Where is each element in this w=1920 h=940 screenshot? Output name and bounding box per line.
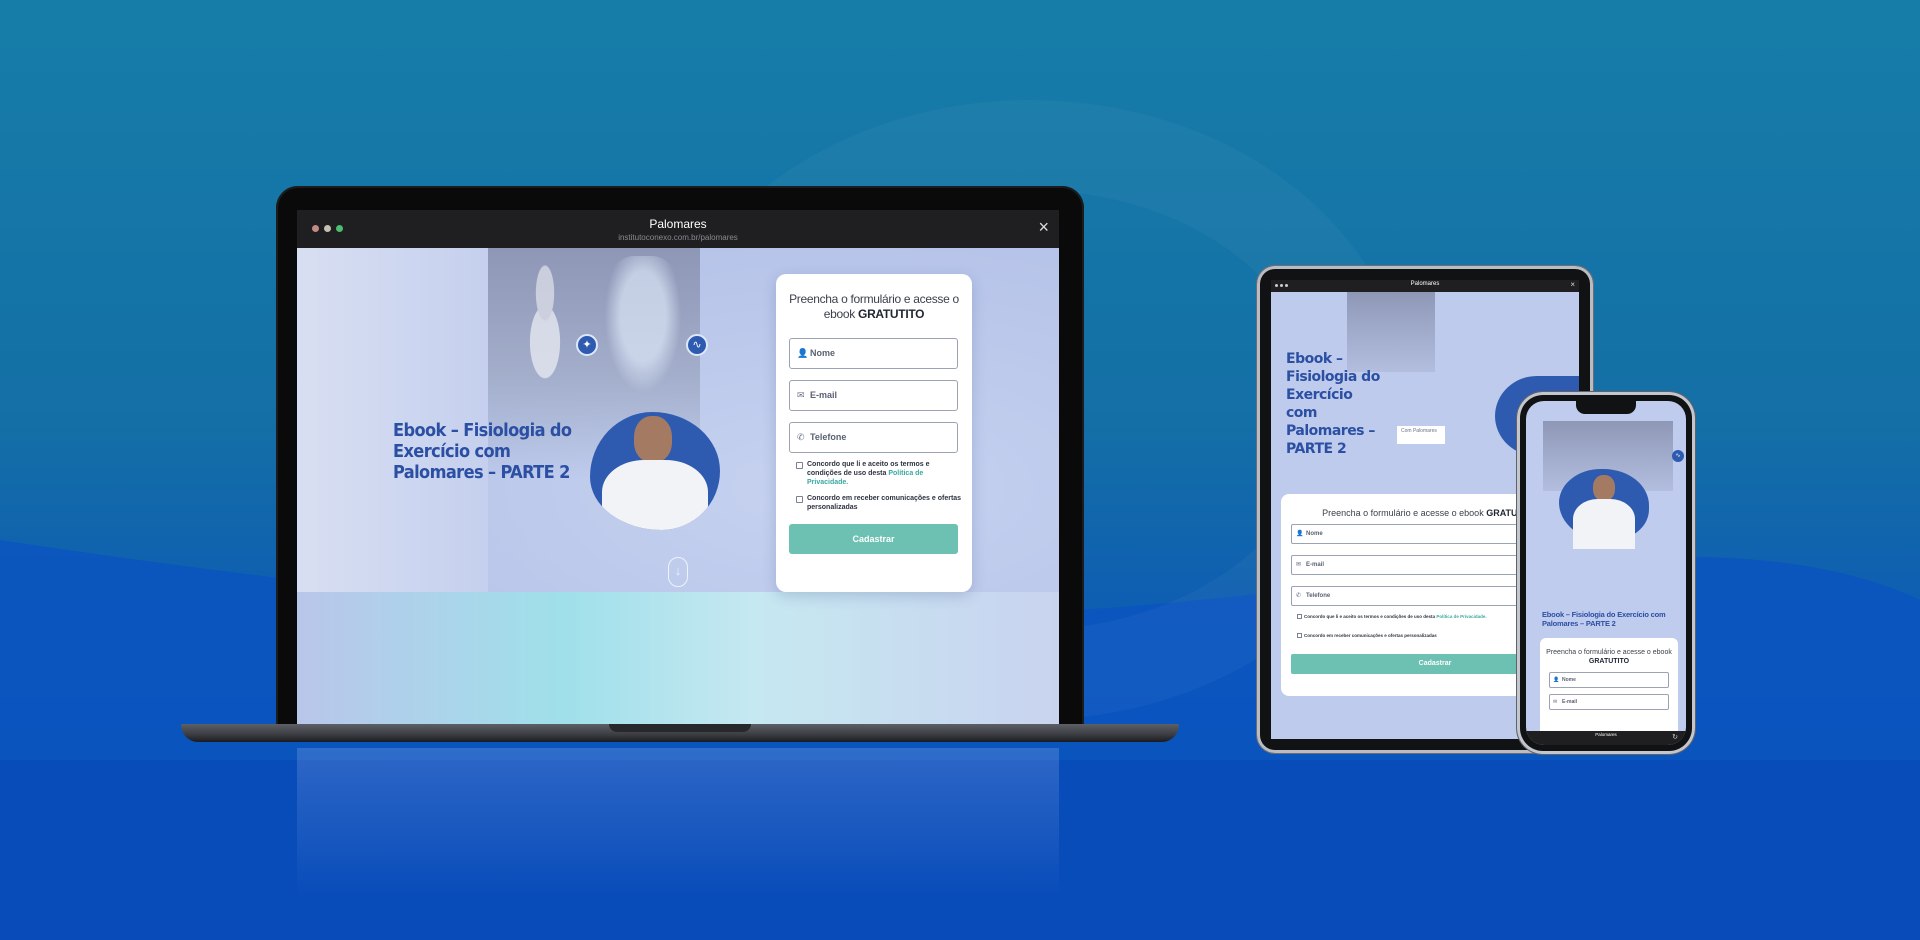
tablet-tooltip: Com Palomares (1397, 426, 1445, 444)
author-head (634, 416, 672, 462)
laptop-reflection (297, 748, 1059, 898)
email-placeholder: E-mail (810, 390, 838, 400)
tablet-titlebar: Palomares × (1271, 280, 1579, 292)
consent-marketing: Concordo em receber comunicações e ofert… (796, 494, 962, 512)
person-icon: 👤 (1296, 531, 1304, 537)
tablet-form-title-text: Preencha o formulário e acesse o ebook (1322, 508, 1484, 518)
phone-email-field[interactable]: ✉ E-mail (1549, 694, 1669, 710)
athlete-image (510, 258, 580, 398)
phone-form-title-bold: GRATUTITO (1588, 658, 1630, 665)
phone-author-portrait (1559, 469, 1649, 549)
phone-field[interactable]: ✆ Telefone (789, 422, 958, 453)
phone-form-title: Preencha o formulário e acesse o ebook G… (1540, 648, 1678, 666)
author-shirt (602, 460, 708, 530)
form-title: Preencha o formulário e acesse o ebook G… (786, 292, 962, 322)
phone-notch (1576, 401, 1636, 414)
tablet-window-title: Palomares (1410, 281, 1440, 287)
submit-button[interactable]: Cadastrar (789, 524, 958, 554)
envelope-icon: ✉ (797, 390, 805, 400)
heartbeat-badge-icon: ∿ (686, 334, 708, 356)
window-titlebar: Palomares institutoconexo.com.br/palomar… (297, 210, 1059, 248)
heartbeat-badge-icon: ∿ (1672, 450, 1684, 462)
phone-placeholder: Telefone (810, 432, 847, 442)
laptop-hinge-notch (609, 724, 751, 732)
marketing-text: Concordo em receber comunicações e ofert… (807, 495, 962, 511)
tablet-terms-checkbox[interactable] (1297, 614, 1302, 619)
scroll-down-icon[interactable]: ↓ (668, 557, 688, 587)
tablet-close-icon[interactable]: × (1570, 280, 1575, 289)
phone-browser-bar: Palomares ↻ (1526, 731, 1686, 745)
tablet-phone-placeholder: Telefone (1306, 593, 1331, 599)
laptop-mockup: Palomares institutoconexo.com.br/palomar… (181, 186, 1179, 898)
signup-form: Preencha o formulário e acesse o ebook G… (776, 274, 972, 592)
bottom-strip (297, 592, 1059, 727)
phone-screen: ∿ Ebook – Fisiologia do Exercício com Pa… (1526, 401, 1686, 745)
tablet-terms-text: Concordo que li e aceito os termos e con… (1304, 614, 1436, 619)
phone-ebook-title: Ebook – Fisiologia do Exercício com Palo… (1542, 610, 1666, 628)
phone-signup-form: Preencha o formulário e acesse o ebook G… (1540, 638, 1678, 738)
marketing-checkbox[interactable] (796, 496, 803, 503)
tablet-marketing-text: Concordo em receber comunicações e ofert… (1304, 633, 1437, 638)
tablet-ebook-title: Ebook – Fisiologia do Exercício com Palo… (1286, 351, 1380, 457)
phone-mockup: ∿ Ebook – Fisiologia do Exercício com Pa… (1517, 392, 1695, 754)
tablet-email-placeholder: E-mail (1306, 562, 1325, 568)
laptop-screen: Palomares institutoconexo.com.br/palomar… (297, 210, 1059, 727)
tablet-marketing-checkbox[interactable] (1297, 633, 1302, 638)
consent-terms: Concordo que li e aceito os termos e con… (796, 460, 962, 487)
name-field[interactable]: 👤 Nome (789, 338, 958, 369)
lungs-badge-icon: ✦ (576, 334, 598, 356)
person-icon: 👤 (797, 348, 809, 358)
name-placeholder: Nome (810, 348, 836, 358)
person-icon: 👤 (1553, 677, 1560, 683)
envelope-icon: ✉ (1553, 699, 1558, 705)
phone-email-placeholder: E-mail (1562, 699, 1578, 705)
author-portrait (590, 412, 720, 530)
email-field[interactable]: ✉ E-mail (789, 380, 958, 411)
landing-page: ✦ ∿ Ebook – Fisiologia do Exercício com … (297, 248, 1059, 727)
phone-browser-title: Palomares (1595, 732, 1617, 737)
window-url: institutoconexo.com.br/palomares (618, 233, 738, 242)
window-title: Palomares (649, 217, 707, 231)
phone-icon: ✆ (1296, 593, 1302, 599)
xray-body-image (598, 256, 688, 406)
phone-name-field[interactable]: 👤 Nome (1549, 672, 1669, 688)
tablet-name-placeholder: Nome (1306, 531, 1323, 537)
phone-form-title-text: Preencha o formulário e acesse o ebook (1546, 649, 1672, 656)
refresh-icon[interactable]: ↻ (1672, 733, 1678, 741)
tablet-privacy-policy-link[interactable]: Política de Privacidade. (1436, 614, 1486, 619)
phone-name-placeholder: Nome (1562, 677, 1576, 683)
envelope-icon: ✉ (1296, 562, 1302, 568)
phone-icon: ✆ (797, 432, 805, 442)
close-icon[interactable]: × (1038, 218, 1049, 236)
terms-checkbox[interactable] (796, 462, 803, 469)
ebook-title: Ebook – Fisiologia do Exercício com Palo… (393, 420, 572, 483)
form-title-bold: GRATUTITO (858, 307, 925, 321)
